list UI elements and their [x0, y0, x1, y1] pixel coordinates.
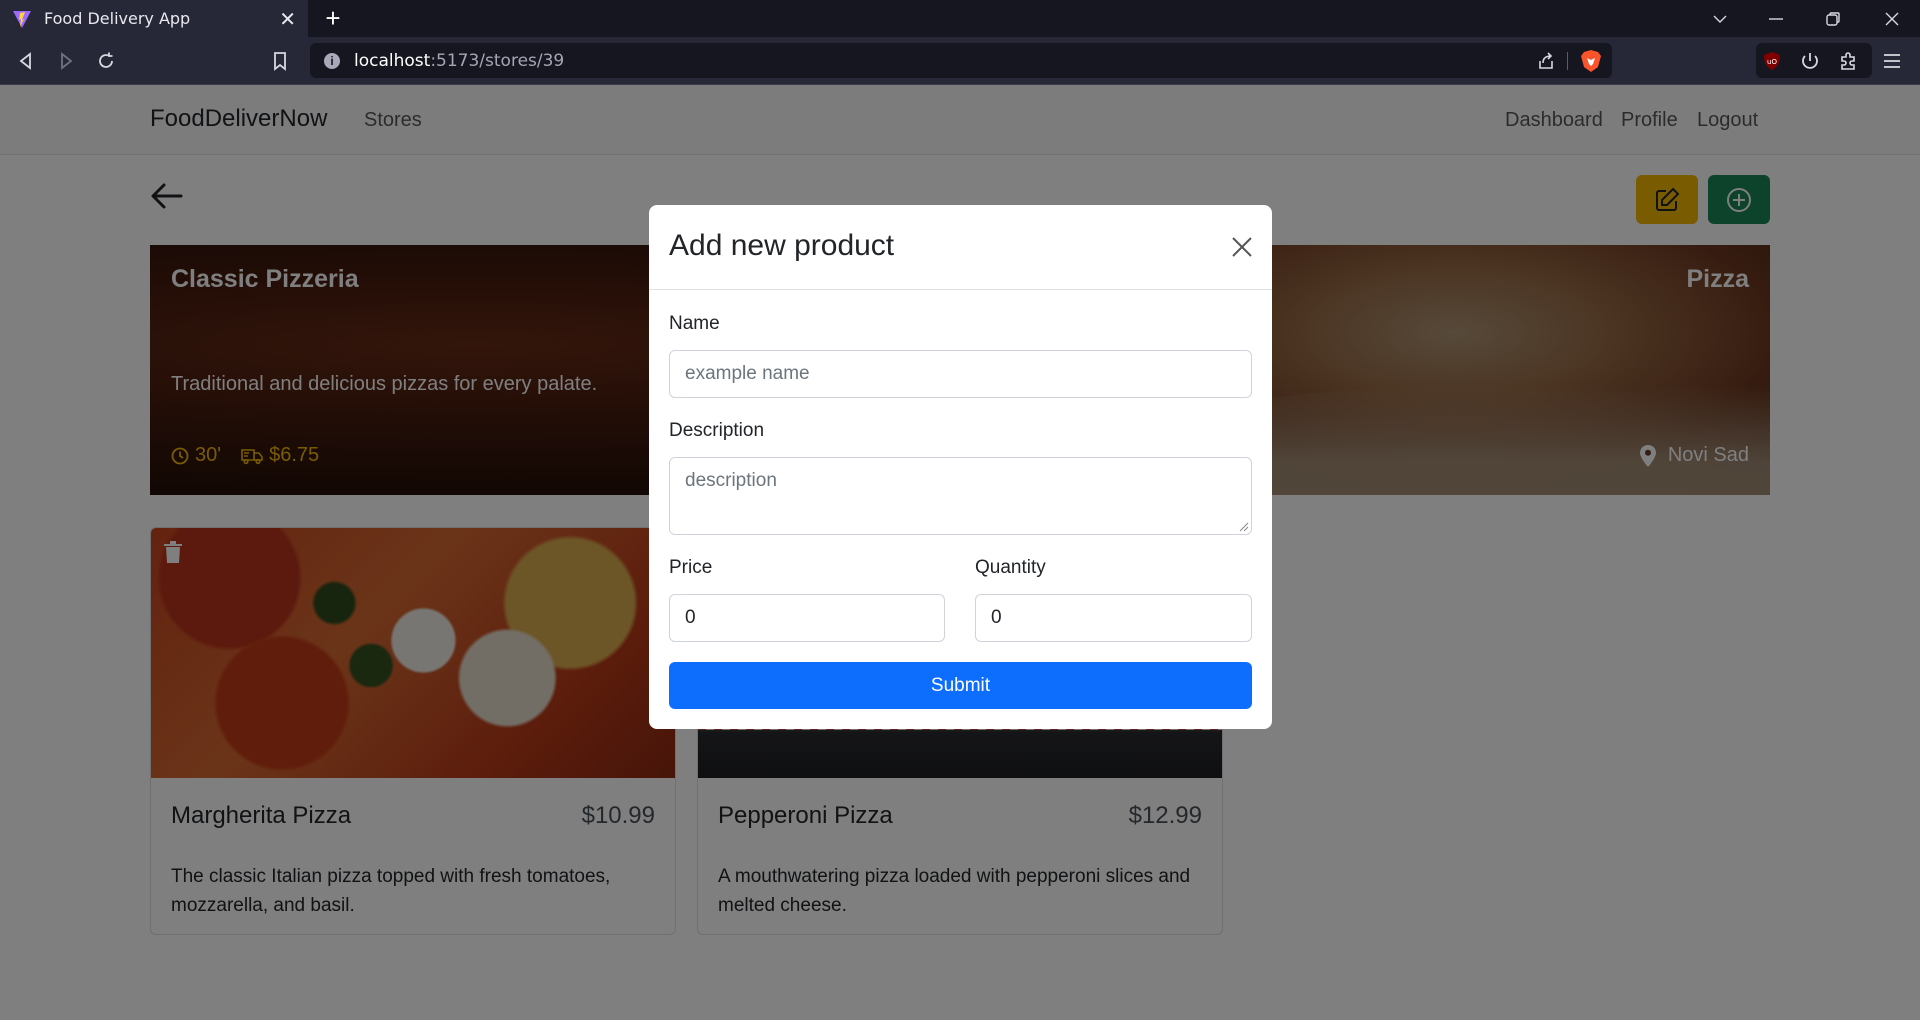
restore-button[interactable]	[1805, 0, 1861, 37]
url-host: localhost	[354, 50, 431, 71]
extensions-puzzle-icon[interactable]	[1838, 51, 1858, 71]
tab-title: Food Delivery App	[44, 9, 191, 28]
submit-button[interactable]: Submit	[669, 662, 1252, 709]
minimize-icon	[1769, 17, 1783, 20]
quantity-input[interactable]	[975, 594, 1252, 642]
hamburger-menu-icon	[1884, 54, 1900, 68]
power-icon[interactable]	[1800, 51, 1820, 71]
page: FoodDeliverNow Stores Dashboard Profile …	[0, 85, 1920, 1020]
brave-shields-icon[interactable]	[1580, 49, 1602, 73]
chevron-down-icon	[1713, 15, 1727, 23]
price-label: Price	[669, 557, 713, 578]
modal-header: Add new product	[649, 205, 1272, 290]
modal-title: Add new product	[669, 229, 895, 262]
extensions-area: uO	[1756, 43, 1872, 78]
close-window-button[interactable]	[1864, 0, 1920, 37]
name-input[interactable]	[669, 350, 1252, 398]
name-label: Name	[669, 313, 720, 334]
price-input[interactable]	[669, 594, 945, 642]
close-icon[interactable]	[1230, 235, 1254, 259]
description-label: Description	[669, 420, 765, 441]
browser-menu-button[interactable]	[1878, 47, 1906, 75]
forward-icon	[61, 52, 73, 70]
vite-favicon-icon	[13, 10, 31, 28]
ublock-origin-icon[interactable]: uO	[1762, 51, 1782, 71]
browser-tab-bar: Food Delivery App ✕ +	[0, 0, 1920, 37]
new-tab-button[interactable]: +	[318, 4, 348, 34]
back-icon	[19, 52, 31, 70]
bookmark-icon	[274, 52, 286, 71]
add-product-modal: Add new product Name Description Price Q…	[649, 205, 1272, 729]
description-input[interactable]	[669, 457, 1252, 535]
quantity-label: Quantity	[975, 557, 1046, 578]
address-bar[interactable]: i localhost:5173/stores/39	[310, 43, 1612, 78]
close-window-icon	[1885, 12, 1899, 25]
restore-icon	[1826, 11, 1840, 26]
site-info-icon[interactable]: i	[324, 52, 340, 69]
tab-list-button[interactable]	[1692, 0, 1748, 37]
url-path: :5173/stores/39	[430, 50, 565, 71]
share-icon[interactable]	[1536, 51, 1556, 71]
address-divider	[1567, 52, 1568, 70]
back-button[interactable]	[12, 47, 40, 75]
browser-tab[interactable]: Food Delivery App ✕	[0, 0, 308, 37]
reload-icon	[99, 52, 113, 68]
bookmark-button[interactable]	[266, 47, 294, 75]
minimize-button[interactable]	[1748, 0, 1804, 37]
svg-text:uO: uO	[1767, 58, 1777, 66]
resize-grip-icon[interactable]	[1239, 522, 1249, 532]
reload-button[interactable]	[92, 47, 120, 75]
browser-toolbar: i localhost:5173/stores/39 uO	[0, 37, 1920, 85]
forward-button[interactable]	[52, 47, 80, 75]
tab-close-icon[interactable]: ✕	[279, 7, 296, 31]
